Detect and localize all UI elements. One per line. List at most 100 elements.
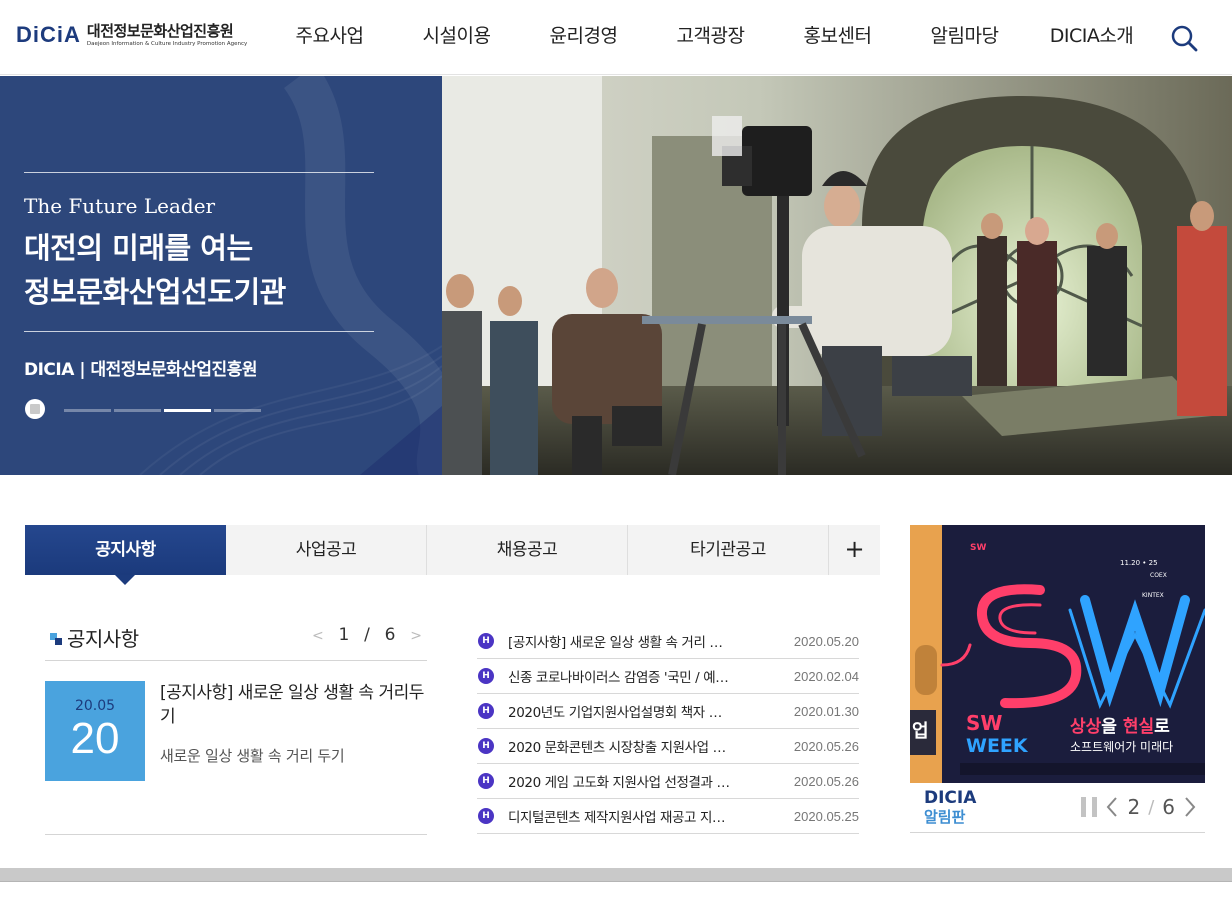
notice-date: 2020.01.30	[793, 703, 859, 719]
nav-item-customer[interactable]: 고객광장	[647, 0, 774, 75]
notice-title[interactable]: 2020 게임 고도화 지원사업 선정결과 …	[508, 771, 746, 791]
banner-date: 11.20 • 25	[1120, 559, 1158, 567]
notice-date: 2020.05.25	[793, 808, 859, 824]
tab-other-agency[interactable]: 타기관공고	[628, 525, 829, 575]
featured-header: 공지사항 < 1 / 6 >	[45, 615, 427, 661]
featured-divider	[45, 834, 427, 835]
hero-slide-indicator[interactable]	[214, 409, 261, 412]
banner-venue-kintex: KINTEX	[1142, 592, 1164, 599]
banner-page-current: 2	[1127, 795, 1141, 819]
tab-recruit[interactable]: 채용공고	[427, 525, 628, 575]
featured-prev-button[interactable]: <	[312, 625, 324, 647]
nav-item-facilities[interactable]: 시설이용	[393, 0, 520, 75]
featured-section-title: 공지사항	[67, 627, 139, 651]
hero-org-name: DICIA | 대전정보문화산업진흥원	[24, 360, 257, 380]
tab-business[interactable]: 사업공고	[226, 525, 427, 575]
hero-slide-indicator[interactable]	[164, 409, 211, 412]
banner-footer: DICIA 알림판 2 / 6	[910, 783, 1205, 833]
featured-page-sep: /	[364, 625, 370, 645]
hero-text-panel: The Future Leader 대전의 미래를 여는 정보문화산업선도기관 …	[0, 76, 442, 475]
search-icon	[1171, 25, 1198, 52]
hero-pagination	[64, 409, 261, 412]
featured-page-total: 6	[384, 625, 396, 645]
site-header: DiCiA 대전정보문화산업진흥원 Daejeon Information & …	[0, 0, 1232, 75]
hero-pause-button[interactable]	[25, 399, 45, 419]
featured-next-button[interactable]: >	[410, 625, 422, 647]
featured-date-day: 20	[70, 714, 120, 763]
section-bullet-icon	[50, 633, 62, 645]
notice-title[interactable]: 2020 문화콘텐츠 시장창출 지원사업 …	[508, 736, 746, 756]
more-button[interactable]: +	[829, 525, 880, 575]
featured-date-month: 20.05	[74, 698, 116, 714]
logo-text: 대전정보문화산업진흥원 Daejeon Information & Cultur…	[87, 22, 247, 48]
notice-row[interactable]: H 디지털콘텐츠 제작지원사업 재공고 지… 2020.05.25	[477, 799, 859, 834]
banner-sw-line1: SW	[966, 711, 1002, 735]
site-logo[interactable]: DiCiA 대전정보문화산업진흥원 Daejeon Information & …	[16, 22, 247, 54]
chevron-left-icon[interactable]	[1105, 796, 1119, 818]
notice-title[interactable]: [공지사항] 새로운 일상 생활 속 거리 …	[508, 631, 746, 651]
logo-name: 대전정보문화산업진흥원	[86, 22, 234, 40]
banner-venue-coex: COEX	[1150, 572, 1167, 579]
chevron-right-icon[interactable]	[1183, 796, 1197, 818]
notice-title[interactable]: 2020년도 기업지원사업설명회 책자 …	[508, 701, 746, 721]
featured-pager: < 1 / 6 >	[312, 625, 422, 647]
banner-side-text: 업	[912, 721, 929, 742]
banner-controls: 2 / 6	[1081, 795, 1197, 819]
hero-slide-indicator[interactable]	[114, 409, 161, 412]
hot-badge-icon: H	[478, 633, 494, 649]
banner-slogan-b: 을	[1101, 717, 1123, 737]
hot-badge-icon: H	[478, 703, 494, 719]
search-button[interactable]	[1168, 22, 1200, 54]
hero-photo	[442, 76, 1232, 475]
board-tabs: 공지사항 사업공고 채용공고 타기관공고 +	[25, 525, 880, 585]
banner-sw-line2: WEEK	[966, 735, 1029, 757]
notice-list: H [공지사항] 새로운 일상 생활 속 거리 … 2020.05.20 H 신종 코로…	[477, 624, 859, 834]
notice-title[interactable]: 신종 코로나바이러스 감염증 '국민 / 예…	[508, 666, 746, 686]
main-nav: 주요사업 시설이용 윤리경영 고객광장 홍보센터 알림마당 DICIA소개	[266, 0, 1155, 75]
hero-subtitle: The Future Leader	[24, 194, 216, 218]
promo-banner[interactable]: 업 SW 11.20 • 25 COEX KINTEX SW WEEK 상상을 …	[910, 525, 1205, 783]
notice-row[interactable]: H 2020 문화콘텐츠 시장창출 지원사업 … 2020.05.26	[477, 729, 859, 764]
featured-date-box: 20.05 20	[45, 681, 145, 781]
banner-slogan-d: 로	[1154, 717, 1170, 737]
tab-notice[interactable]: 공지사항	[25, 525, 226, 585]
banner-slogan-a: 상상	[1070, 717, 1102, 737]
notice-date: 2020.05.26	[793, 773, 859, 789]
hero-title-line2: 정보문화산업선도기관	[24, 275, 286, 309]
nav-item-notices[interactable]: 알림마당	[901, 0, 1028, 75]
banner-label-line1: DICIA	[924, 788, 977, 808]
banner-label-line2: 알림판	[924, 808, 966, 826]
svg-text:SW: SW	[970, 543, 986, 553]
banner-page-total: 6	[1162, 795, 1175, 819]
hot-badge-icon: H	[478, 773, 494, 789]
notice-row[interactable]: H 신종 코로나바이러스 감염증 '국민 / 예… 2020.02.04	[477, 659, 859, 694]
featured-item-title[interactable]: [공지사항] 새로운 일상 생활 속 거리두기	[160, 681, 430, 729]
hero-slider: The Future Leader 대전의 미래를 여는 정보문화산업선도기관 …	[0, 76, 1232, 475]
notice-row[interactable]: H 2020년도 기업지원사업설명회 책자 … 2020.01.30	[477, 694, 859, 729]
notice-row[interactable]: H [공지사항] 새로운 일상 생활 속 거리 … 2020.05.20	[477, 624, 859, 659]
sw-week-banner-image: 업 SW 11.20 • 25 COEX KINTEX SW WEEK 상상을 …	[910, 525, 1205, 783]
notice-date: 2020.05.20	[793, 633, 859, 649]
notice-row[interactable]: H 2020 게임 고도화 지원사업 선정결과 … 2020.05.26	[477, 764, 859, 799]
featured-page-current: 1	[338, 625, 350, 645]
notice-date: 2020.02.04	[793, 668, 859, 684]
banner-slogan2: 소프트웨어가 미래다	[1070, 740, 1173, 754]
nav-item-ethics[interactable]: 윤리경영	[520, 0, 647, 75]
hot-badge-icon: H	[478, 808, 494, 824]
hero-divider-top	[24, 172, 374, 173]
hero-slide-indicator[interactable]	[64, 409, 111, 412]
nav-item-about[interactable]: DICIA소개	[1028, 0, 1155, 75]
nav-item-pr-center[interactable]: 홍보센터	[774, 0, 901, 75]
film-set-photo	[442, 76, 1232, 475]
logo-english: Daejeon Information & Culture Industry P…	[86, 41, 248, 47]
banner-slogan: 상상을 현실로	[1070, 717, 1170, 737]
banner-board-label: DICIA 알림판	[924, 789, 976, 827]
hero-divider-bottom	[24, 331, 374, 332]
banner-pause-icon[interactable]	[1081, 797, 1098, 817]
hot-badge-icon: H	[478, 668, 494, 684]
notice-title[interactable]: 디지털콘텐츠 제작지원사업 재공고 지…	[508, 806, 746, 826]
notice-date: 2020.05.26	[793, 738, 859, 754]
hero-title: 대전의 미래를 여는 정보문화산업선도기관	[24, 226, 286, 314]
nav-item-main-business[interactable]: 주요사업	[266, 0, 393, 75]
banner-page-sep: /	[1148, 796, 1155, 818]
